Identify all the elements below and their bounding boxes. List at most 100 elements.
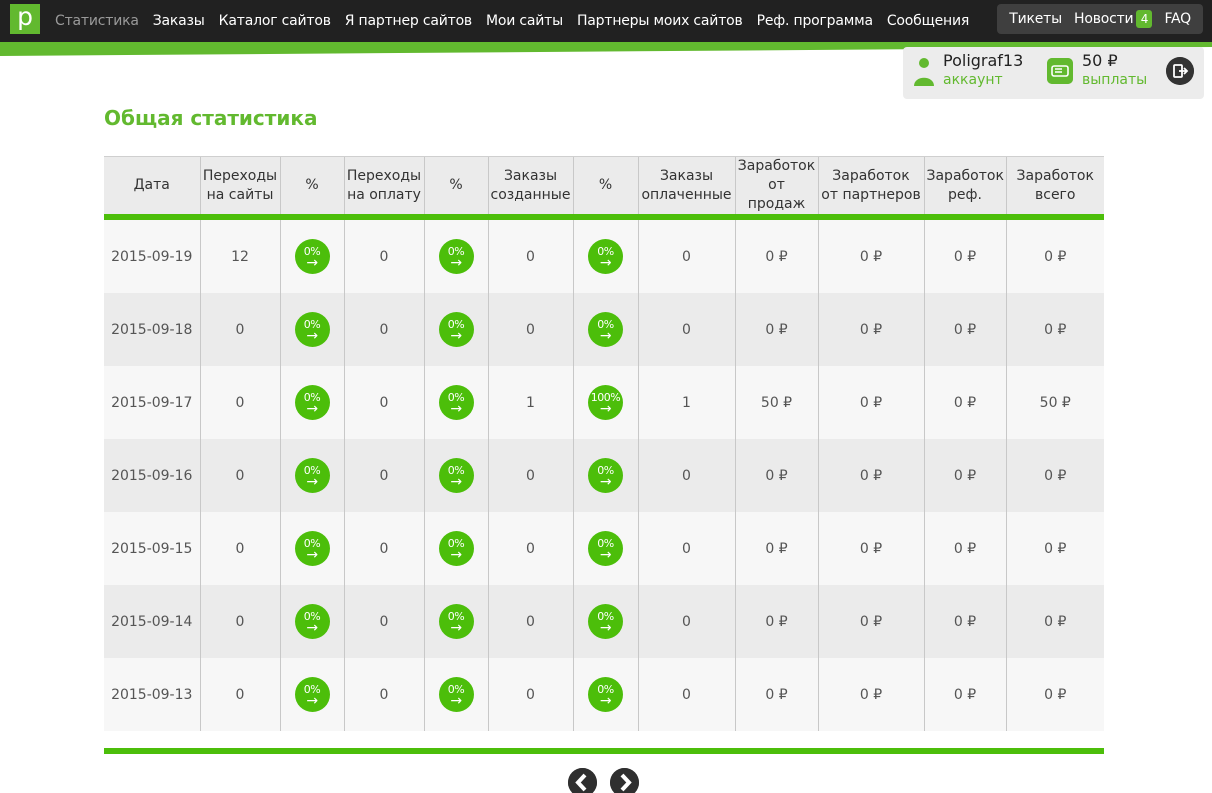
percent-details-button[interactable]: 0% → bbox=[294, 604, 330, 639]
nav-site-catalog[interactable]: Каталог сайтов bbox=[212, 13, 338, 29]
col-payment-visits-cell: 0 bbox=[343, 585, 424, 658]
col-earnings-total-cell: 50 ₽ bbox=[1005, 366, 1104, 439]
percent-details-button[interactable]: 0% → bbox=[294, 458, 330, 493]
account-label[interactable]: аккаунт bbox=[943, 72, 1003, 88]
arrow-right-icon: → bbox=[450, 620, 462, 636]
col-site-visits-pct-cell: 0% → bbox=[279, 220, 344, 293]
percent-details-button[interactable]: 0% → bbox=[294, 677, 330, 712]
col-orders-created-pct-header: % bbox=[572, 156, 638, 214]
logout-icon[interactable] bbox=[1166, 57, 1194, 85]
percent-details-button[interactable]: 0% → bbox=[438, 604, 474, 639]
arrow-right-icon: → bbox=[306, 474, 318, 490]
col-payment-visits-cell: 0 bbox=[343, 366, 424, 439]
col-earnings-partners-cell: 0 ₽ bbox=[817, 585, 924, 658]
arrow-right-icon: → bbox=[306, 693, 318, 709]
nav-statistics[interactable]: Статистика bbox=[48, 13, 146, 29]
col-site-visits-cell: 0 bbox=[199, 512, 280, 585]
col-date-cell: 2015-09-17 bbox=[104, 366, 200, 439]
col-earnings-sales-cell: 50 ₽ bbox=[734, 366, 818, 439]
col-orders-paid-cell: 1 bbox=[637, 366, 735, 439]
arrow-right-icon: → bbox=[306, 547, 318, 563]
table-row: 2015-09-14 0 0% → 0 0% → 0 0% → 0 0 ₽0 ₽0 ₽0 ₽ bbox=[104, 585, 1104, 658]
statistics-table: Дата Переходы на сайты% Переходы на оплату% З… bbox=[104, 156, 1104, 731]
col-earnings-total-cell: 0 ₽ bbox=[1005, 220, 1104, 293]
main-nav: Статистика Заказы Каталог сайтов Я партн… bbox=[48, 0, 976, 42]
table-row: 2015-09-18 0 0% → 0 0% → 0 0% → 0 0 ₽0 ₽0 ₽0 ₽ bbox=[104, 293, 1104, 366]
nav-referral-program[interactable]: Реф. программа bbox=[750, 13, 880, 29]
nav-orders[interactable]: Заказы bbox=[146, 13, 212, 29]
nav-messages[interactable]: Сообщения bbox=[880, 13, 976, 29]
table-header-row: Дата Переходы на сайты% Переходы на оплату% З… bbox=[104, 156, 1104, 214]
col-orders-created-pct-cell: 0% → bbox=[572, 439, 638, 512]
percent-details-button[interactable]: 0% → bbox=[588, 677, 623, 712]
arrow-right-icon: → bbox=[599, 547, 612, 563]
col-orders-created-cell: 0 bbox=[487, 220, 573, 293]
table-body: 2015-09-19 12 0% → 0 0% → 0 0% → 0 0 ₽0 ₽0 ₽0 ₽2015… bbox=[104, 220, 1104, 731]
col-site-visits-header: Переходы на сайты bbox=[199, 156, 280, 214]
col-earnings-sales-cell: 0 ₽ bbox=[734, 658, 818, 731]
percent-details-button[interactable]: 0% → bbox=[438, 677, 474, 712]
col-date-cell: 2015-09-19 bbox=[104, 220, 200, 293]
percent-details-button[interactable]: 0% → bbox=[588, 239, 623, 274]
col-earnings-total-cell: 0 ₽ bbox=[1005, 439, 1104, 512]
arrow-right-icon: → bbox=[450, 328, 462, 344]
col-orders-created-pct-cell: 0% → bbox=[572, 293, 638, 366]
percent-details-button[interactable]: 0% → bbox=[294, 385, 330, 420]
secondary-nav: Тикеты Новости 4 FAQ bbox=[997, 4, 1203, 34]
col-orders-created-pct-cell: 0% → bbox=[572, 220, 638, 293]
col-earnings-sales-header: Заработок от продаж bbox=[734, 156, 818, 214]
nav-partner-of-sites[interactable]: Я партнер сайтов bbox=[338, 13, 479, 29]
col-earnings-partners-cell: 0 ₽ bbox=[817, 220, 924, 293]
next-page-button[interactable] bbox=[610, 768, 639, 793]
prev-page-button[interactable] bbox=[568, 768, 597, 793]
col-earnings-sales-cell: 0 ₽ bbox=[734, 220, 818, 293]
col-earnings-ref-cell: 0 ₽ bbox=[923, 220, 1006, 293]
payout-amount[interactable]: 50 ₽ bbox=[1082, 51, 1118, 70]
nav-news[interactable]: Новости 4 bbox=[1068, 10, 1158, 28]
percent-details-button[interactable]: 0% → bbox=[588, 531, 623, 566]
nav-my-site-partners[interactable]: Партнеры моих сайтов bbox=[570, 13, 750, 29]
nav-my-sites[interactable]: Мои сайты bbox=[479, 13, 570, 29]
col-site-visits-cell: 0 bbox=[199, 658, 280, 731]
col-date-cell: 2015-09-14 bbox=[104, 585, 200, 658]
col-site-visits-cell: 0 bbox=[199, 439, 280, 512]
col-earnings-ref-header: Заработок реф. bbox=[923, 156, 1006, 214]
percent-details-button[interactable]: 0% → bbox=[294, 239, 330, 274]
col-orders-created-cell: 1 bbox=[487, 366, 573, 439]
percent-details-button[interactable]: 0% → bbox=[438, 239, 474, 274]
col-orders-created-cell: 0 bbox=[487, 585, 573, 658]
col-earnings-ref-cell: 0 ₽ bbox=[923, 585, 1006, 658]
percent-details-button[interactable]: 0% → bbox=[588, 604, 623, 639]
logo[interactable]: p bbox=[10, 4, 40, 34]
percent-details-button[interactable]: 0% → bbox=[294, 312, 330, 347]
col-orders-created-pct-cell: 0% → bbox=[572, 585, 638, 658]
chevron-right-icon bbox=[610, 768, 639, 793]
col-orders-created-cell: 0 bbox=[487, 658, 573, 731]
table-row: 2015-09-19 12 0% → 0 0% → 0 0% → 0 0 ₽0 ₽0 ₽0 ₽ bbox=[104, 220, 1104, 293]
percent-details-button[interactable]: 0% → bbox=[438, 531, 474, 566]
account-name[interactable]: Poligraf13 bbox=[943, 51, 1023, 70]
col-earnings-total-cell: 0 ₽ bbox=[1005, 658, 1104, 731]
payout-label[interactable]: выплаты bbox=[1082, 72, 1147, 88]
arrow-right-icon: → bbox=[599, 474, 612, 490]
percent-details-button[interactable]: 0% → bbox=[438, 385, 474, 420]
col-payment-visits-cell: 0 bbox=[343, 293, 424, 366]
percent-details-button[interactable]: 0% → bbox=[438, 312, 474, 347]
percent-details-button[interactable]: 0% → bbox=[588, 312, 623, 347]
nav-tickets[interactable]: Тикеты bbox=[1003, 11, 1068, 27]
nav-faq[interactable]: FAQ bbox=[1158, 11, 1197, 27]
arrow-right-icon: → bbox=[306, 401, 318, 417]
col-earnings-partners-cell: 0 ₽ bbox=[817, 439, 924, 512]
col-earnings-partners-cell: 0 ₽ bbox=[817, 658, 924, 731]
percent-details-button[interactable]: 0% → bbox=[588, 458, 623, 493]
col-site-visits-pct-header: % bbox=[279, 156, 344, 214]
percent-details-button[interactable]: 0% → bbox=[438, 458, 474, 493]
table-row: 2015-09-13 0 0% → 0 0% → 0 0% → 0 0 ₽0 ₽0 ₽0 ₽ bbox=[104, 658, 1104, 731]
col-orders-paid-header: Заказы оплаченные bbox=[637, 156, 735, 214]
percent-details-button[interactable]: 0% → bbox=[294, 531, 330, 566]
col-earnings-ref-cell: 0 ₽ bbox=[923, 366, 1006, 439]
col-site-visits-cell: 12 bbox=[199, 220, 280, 293]
col-earnings-ref-cell: 0 ₽ bbox=[923, 293, 1006, 366]
percent-details-button[interactable]: 100% → bbox=[588, 385, 623, 420]
col-site-visits-cell: 0 bbox=[199, 366, 280, 439]
